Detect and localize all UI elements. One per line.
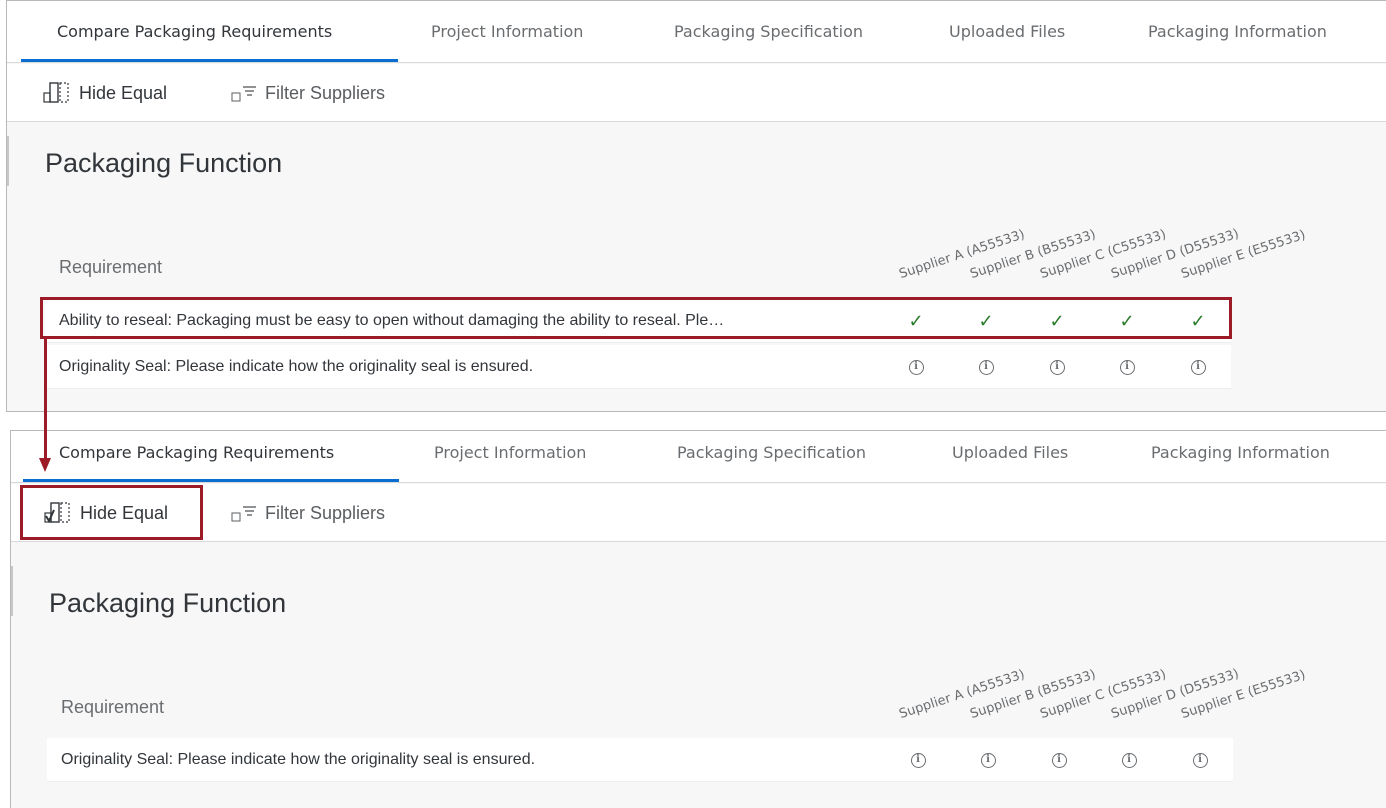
hide-equal-icon xyxy=(43,82,69,103)
tab-packaging-information[interactable]: Packaging Information xyxy=(1151,431,1330,483)
filter-icon xyxy=(231,86,256,102)
requirement-row-originality-seal[interactable]: Originality Seal: Please indicate how th… xyxy=(45,345,1231,389)
hide-equal-label: Hide Equal xyxy=(79,82,168,103)
tab-bar: Compare Packaging Requirements Project I… xyxy=(11,431,1386,483)
selected-tab-indicator xyxy=(21,59,398,62)
filter-suppliers-label: Filter Suppliers xyxy=(265,82,386,103)
info-icon[interactable]: i xyxy=(980,752,996,768)
hide-equal-button[interactable]: Hide Equal xyxy=(43,78,167,108)
highlight-box-hide-equal xyxy=(20,485,203,540)
tab-uploaded-files[interactable]: Uploaded Files xyxy=(949,1,1065,63)
tab-bar: Compare Packaging Requirements Project I… xyxy=(7,1,1386,63)
info-icon[interactable]: i xyxy=(910,752,926,768)
status-cell-a[interactable]: i xyxy=(901,345,931,389)
info-icon[interactable]: i xyxy=(1119,359,1135,375)
filter-suppliers-button[interactable]: Filter Suppliers xyxy=(231,78,385,108)
scroll-edge xyxy=(11,566,13,616)
panel-before-hide-equal: Compare Packaging Requirements Project I… xyxy=(6,0,1386,412)
requirement-text: Originality Seal: Please indicate how th… xyxy=(59,358,534,375)
annotation-arrow-head-icon xyxy=(39,458,51,472)
filter-suppliers-button[interactable]: Filter Suppliers xyxy=(231,498,385,528)
info-icon[interactable]: i xyxy=(978,359,994,375)
section-title: Packaging Function xyxy=(49,588,287,618)
info-icon[interactable]: i xyxy=(1049,359,1065,375)
requirement-column-header: Requirement xyxy=(59,257,163,277)
info-icon[interactable]: i xyxy=(1190,359,1206,375)
status-cell-c[interactable]: i xyxy=(1044,738,1074,782)
info-icon[interactable]: i xyxy=(908,359,924,375)
supplier-header-e: Supplier E (E55533) xyxy=(1179,667,1308,722)
tab-packaging-specification[interactable]: Packaging Specification xyxy=(677,431,866,483)
annotation-arrow-line xyxy=(44,338,47,461)
highlight-box-reseal-row xyxy=(40,297,1232,339)
status-cell-e[interactable]: i xyxy=(1185,738,1215,782)
toolbar: Hide Equal Filter Suppliers xyxy=(7,64,1386,122)
tab-compare-packaging-requirements[interactable]: Compare Packaging Requirements xyxy=(57,1,332,63)
status-cell-d[interactable]: i xyxy=(1114,738,1144,782)
requirement-column-header: Requirement xyxy=(61,697,165,717)
tab-packaging-information[interactable]: Packaging Information xyxy=(1148,1,1327,63)
tab-packaging-specification[interactable]: Packaging Specification xyxy=(674,1,863,63)
tab-project-information[interactable]: Project Information xyxy=(434,431,586,483)
info-icon[interactable]: i xyxy=(1051,752,1067,768)
info-icon[interactable]: i xyxy=(1192,752,1208,768)
filter-icon xyxy=(231,506,256,522)
panel-after-hide-equal: Compare Packaging Requirements Project I… xyxy=(10,430,1386,808)
status-cell-b[interactable]: i xyxy=(973,738,1003,782)
status-cell-e[interactable]: i xyxy=(1183,345,1213,389)
requirement-text: Originality Seal: Please indicate how th… xyxy=(61,751,536,768)
requirement-row-originality-seal[interactable]: Originality Seal: Please indicate how th… xyxy=(47,738,1233,782)
supplier-header-e: Supplier E (E55533) xyxy=(1179,227,1308,282)
toolbar: Hide Equal Filter Suppliers xyxy=(11,484,1386,542)
tab-compare-packaging-requirements[interactable]: Compare Packaging Requirements xyxy=(59,431,334,483)
tab-project-information[interactable]: Project Information xyxy=(431,1,583,63)
section-title: Packaging Function xyxy=(45,148,283,178)
scroll-edge xyxy=(7,136,9,186)
filter-suppliers-label: Filter Suppliers xyxy=(265,502,386,523)
tab-uploaded-files[interactable]: Uploaded Files xyxy=(952,431,1068,483)
info-icon[interactable]: i xyxy=(1121,752,1137,768)
status-cell-c[interactable]: i xyxy=(1042,345,1072,389)
status-cell-d[interactable]: i xyxy=(1112,345,1142,389)
selected-tab-indicator xyxy=(23,479,399,482)
status-cell-b[interactable]: i xyxy=(971,345,1001,389)
status-cell-a[interactable]: i xyxy=(903,738,933,782)
